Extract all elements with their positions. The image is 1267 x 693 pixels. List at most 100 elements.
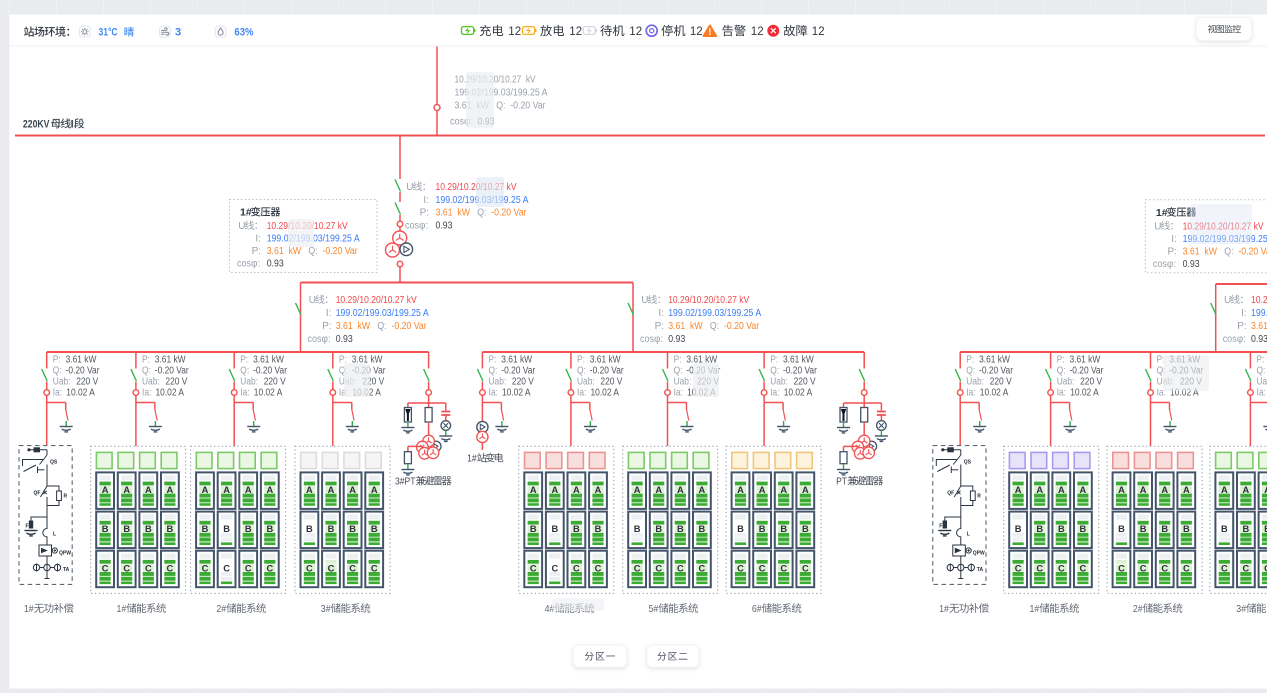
svg-text:Ia:: Ia: — [966, 388, 975, 399]
svg-text:cos: cos — [405, 220, 419, 231]
svg-text:A: A — [1080, 485, 1087, 495]
svg-text:0.93: 0.93 — [668, 334, 685, 345]
svg-text:Q:: Q: — [770, 365, 779, 376]
svg-text:10.02 A: 10.02 A — [66, 388, 95, 399]
svg-text:QS: QS — [964, 460, 972, 466]
svg-text:C: C — [328, 563, 335, 573]
svg-text:-0.20 Var: -0.20 Var — [155, 365, 189, 376]
svg-text:0.93: 0.93 — [1251, 334, 1267, 345]
svg-text:A: A — [595, 485, 602, 495]
svg-text:Ia:: Ia: — [770, 388, 779, 399]
svg-text:Q:: Q: — [53, 365, 62, 376]
svg-text:5#: 5# — [649, 603, 659, 615]
svg-text:Uab:: Uab: — [577, 377, 595, 388]
svg-text:220 V: 220 V — [600, 377, 622, 388]
svg-text:A: A — [737, 485, 744, 495]
svg-text:P:: P: — [420, 208, 429, 219]
svg-text:A: A — [530, 485, 537, 495]
svg-text:C: C — [223, 563, 230, 573]
svg-text:B: B — [551, 524, 558, 534]
svg-text:cos: cos — [640, 334, 654, 345]
svg-text:10.29/10.20/10.27 kV: 10.29/10.20/10.27 kV — [668, 295, 749, 306]
svg-text:I:: I: — [423, 195, 429, 206]
svg-text:-0.20 Var: -0.20 Var — [783, 365, 817, 376]
svg-text:B: B — [223, 524, 230, 534]
svg-text:3#: 3# — [1236, 603, 1246, 615]
svg-text:220 V: 220 V — [76, 377, 98, 388]
svg-text:3.61 kW: 3.61 kW — [501, 354, 532, 365]
svg-text:A: A — [780, 485, 787, 495]
svg-text:B: B — [349, 524, 356, 534]
svg-text:1#: 1# — [467, 454, 477, 465]
svg-text:B: B — [123, 524, 130, 534]
svg-text:B: B — [595, 524, 602, 534]
svg-text:Ia:: Ia: — [674, 388, 683, 399]
svg-text:Ia:: Ia: — [53, 388, 62, 399]
svg-text:3.61 kW Q: -0.20 Var: 3.61 kW Q: -0.20 Var — [1183, 246, 1267, 257]
svg-text:12: 12 — [812, 24, 825, 38]
svg-text:C: C — [245, 563, 252, 573]
svg-text:P:: P: — [1057, 354, 1065, 365]
svg-text:B: B — [677, 524, 684, 534]
svg-text:Q:: Q: — [1257, 365, 1266, 376]
svg-text:C: C — [573, 563, 580, 573]
svg-text:B: B — [202, 524, 209, 534]
svg-text:B: B — [759, 524, 766, 534]
svg-text:Uab:: Uab: — [1257, 377, 1267, 388]
svg-text:P:: P: — [674, 354, 682, 365]
svg-text:220 V: 220 V — [990, 377, 1012, 388]
svg-text:Ia:: Ia: — [489, 388, 498, 399]
svg-text:12: 12 — [629, 24, 642, 38]
svg-text:Ia:: Ia: — [240, 388, 249, 399]
svg-text:3.61 kW Q: -0.20 Var: 3.61 kW Q: -0.20 Var — [668, 321, 760, 332]
svg-text:Uab:: Uab: — [53, 377, 71, 388]
svg-text:cos: cos — [237, 259, 251, 270]
svg-text:A: A — [245, 485, 252, 495]
svg-text:B: B — [145, 524, 152, 534]
svg-text:3.61 kW Q: -0.20 Var: 3.61 kW Q: -0.20 Var — [336, 321, 428, 332]
svg-text:C: C — [677, 563, 684, 573]
svg-text:cos: cos — [1223, 334, 1237, 345]
svg-text:A: A — [1221, 485, 1228, 495]
svg-text:Ia:: Ia: — [577, 388, 586, 399]
svg-text:B: B — [1058, 524, 1065, 534]
svg-text:C: C — [1118, 563, 1125, 573]
svg-text:6#: 6# — [752, 603, 762, 615]
svg-text:10.02 A: 10.02 A — [784, 388, 813, 399]
svg-text:cos: cos — [308, 334, 322, 345]
svg-text:C: C — [1058, 563, 1065, 573]
svg-text:B: B — [1140, 524, 1147, 534]
svg-text:A: A — [306, 485, 313, 495]
svg-text:1#: 1# — [117, 603, 127, 615]
svg-text:3.61 kW: 3.61 kW — [783, 354, 814, 365]
svg-text:C: C — [1221, 563, 1228, 573]
svg-text:220 V: 220 V — [512, 377, 534, 388]
svg-text:U: U — [406, 182, 413, 193]
svg-text:A: A — [1015, 485, 1022, 495]
svg-text:C: C — [1080, 563, 1087, 573]
svg-text:Uab:: Uab: — [1057, 377, 1075, 388]
svg-text:P:: P: — [240, 354, 248, 365]
svg-text:P:: P: — [577, 354, 585, 365]
svg-text:P:: P: — [1168, 246, 1177, 257]
svg-text:Q:: Q: — [674, 365, 683, 376]
svg-text:C: C — [1183, 563, 1190, 573]
svg-text:3.61 kW: 3.61 kW — [979, 354, 1010, 365]
svg-text:Ia:: Ia: — [1057, 388, 1066, 399]
svg-text:φ:: φ: — [1237, 334, 1246, 345]
svg-text:cos: cos — [1153, 259, 1167, 270]
svg-text:U: U — [1224, 295, 1231, 306]
svg-text:P:: P: — [1257, 354, 1265, 365]
svg-text:U: U — [641, 295, 648, 306]
svg-text:C: C — [802, 563, 809, 573]
svg-text:A: A — [634, 485, 641, 495]
svg-text:φ:: φ: — [251, 259, 260, 270]
svg-text:Q:: Q: — [240, 365, 249, 376]
svg-text:C: C — [530, 563, 537, 573]
svg-text:U: U — [1154, 221, 1161, 232]
svg-text:-0.20 Var: -0.20 Var — [253, 365, 287, 376]
svg-text:I: I — [71, 119, 74, 131]
svg-text:3.61 kW: 3.61 kW — [1070, 354, 1101, 365]
svg-text:A: A — [123, 485, 130, 495]
svg-text:P:: P: — [53, 354, 61, 365]
